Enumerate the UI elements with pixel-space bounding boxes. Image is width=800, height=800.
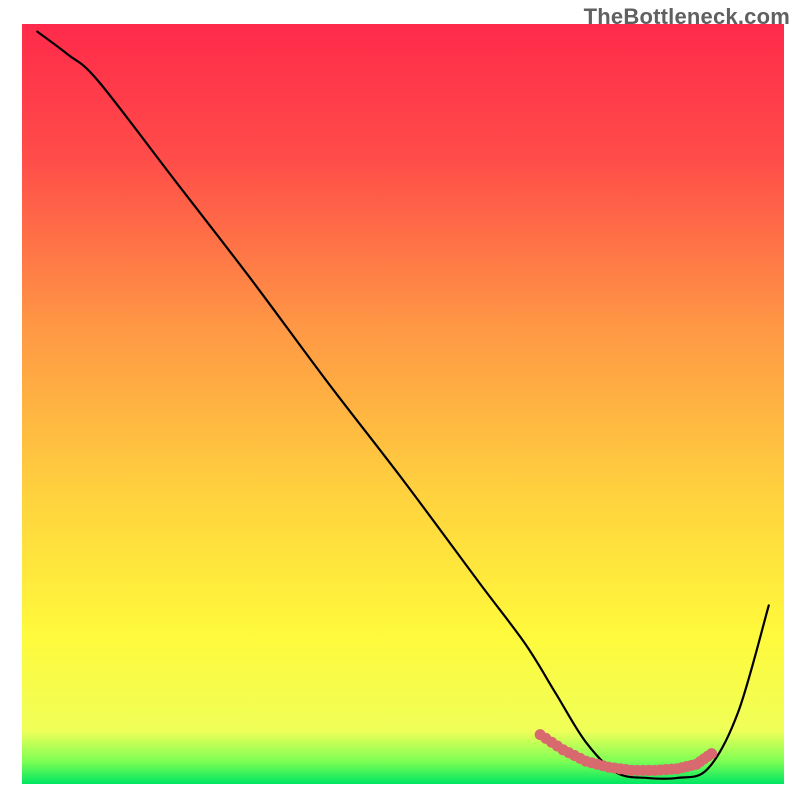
optimal-dot xyxy=(706,748,717,759)
watermark-text: TheBottleneck.com xyxy=(584,4,790,30)
plot-background xyxy=(22,24,784,784)
chart-container: TheBottleneck.com xyxy=(0,0,800,800)
bottleneck-chart xyxy=(0,0,800,800)
